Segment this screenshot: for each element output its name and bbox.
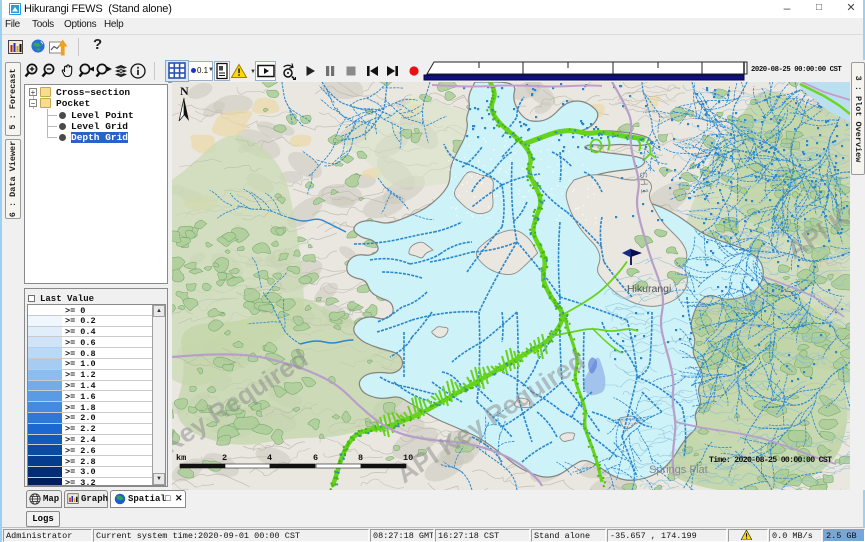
svg-text:km: km	[176, 453, 186, 463]
svg-text:6: 6	[313, 453, 318, 463]
svg-text:SH 1: SH 1	[637, 171, 650, 194]
svg-text:Time: 2020-08-25 00:00:00 CST: Time: 2020-08-25 00:00:00 CST	[709, 455, 832, 465]
svg-text:Hikurangi: Hikurangi	[627, 283, 671, 295]
svg-text:2: 2	[222, 453, 227, 463]
svg-text:8: 8	[358, 453, 363, 463]
svg-text:10: 10	[403, 453, 413, 463]
svg-text:Springs Flat: Springs Flat	[649, 464, 708, 476]
svg-text:4: 4	[267, 453, 272, 463]
svg-text:N: N	[180, 84, 189, 98]
